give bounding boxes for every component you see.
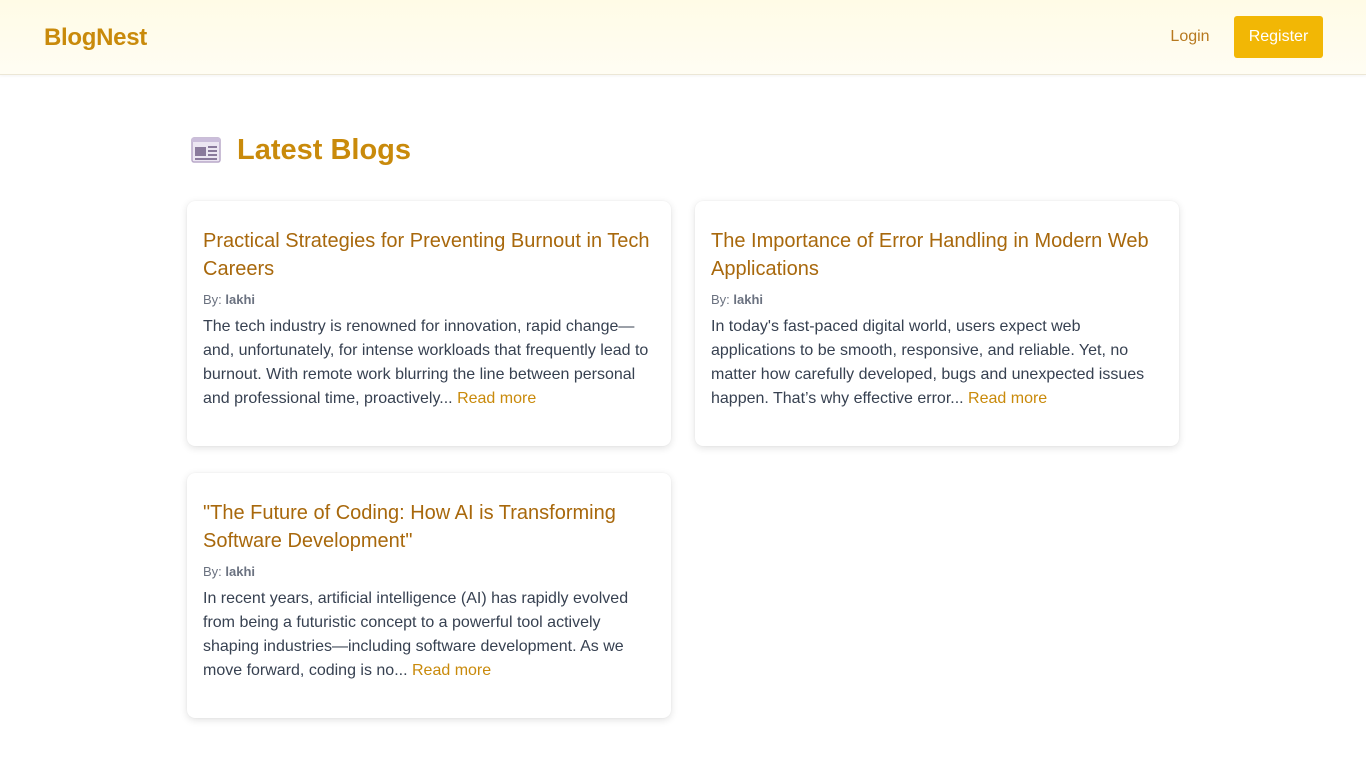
author-name: lakhi: [225, 292, 256, 307]
read-more-link[interactable]: Read more: [412, 662, 491, 679]
newspaper-icon: [191, 137, 221, 163]
blog-card: "The Future of Coding: How AI is Transfo…: [187, 473, 671, 718]
blog-excerpt: The tech industry is renowned for innova…: [203, 315, 655, 411]
blog-author: By: lakhi: [711, 292, 1163, 307]
author-name: lakhi: [225, 564, 256, 579]
blog-title[interactable]: "The Future of Coding: How AI is Transfo…: [203, 499, 655, 555]
read-more-link[interactable]: Read more: [457, 390, 536, 407]
page-heading: Latest Blogs: [191, 130, 411, 170]
blog-title[interactable]: Practical Strategies for Preventing Burn…: [203, 227, 655, 283]
author-label: By:: [203, 292, 222, 307]
brand-logo[interactable]: BlogNest: [44, 24, 147, 52]
blog-author: By: lakhi: [203, 564, 655, 579]
page-title: Latest Blogs: [237, 133, 412, 166]
blog-author: By: lakhi: [203, 292, 655, 307]
read-more-link[interactable]: Read more: [968, 390, 1047, 407]
author-label: By:: [203, 564, 222, 579]
register-button[interactable]: Register: [1234, 16, 1323, 58]
blog-excerpt: In today's fast-paced digital world, use…: [711, 315, 1163, 411]
excerpt-text: The tech industry is renowned for innova…: [203, 318, 649, 407]
blog-card: Practical Strategies for Preventing Burn…: [187, 201, 671, 446]
login-link[interactable]: Login: [1157, 16, 1223, 58]
author-label: By:: [711, 292, 730, 307]
blog-card: The Importance of Error Handling in Mode…: [695, 201, 1179, 446]
blog-title[interactable]: The Importance of Error Handling in Mode…: [711, 227, 1163, 283]
author-name: lakhi: [733, 292, 764, 307]
blog-excerpt: In recent years, artificial intelligence…: [203, 587, 655, 683]
navbar: BlogNest Login Register: [0, 0, 1366, 75]
excerpt-text: In today's fast-paced digital world, use…: [711, 318, 1145, 407]
